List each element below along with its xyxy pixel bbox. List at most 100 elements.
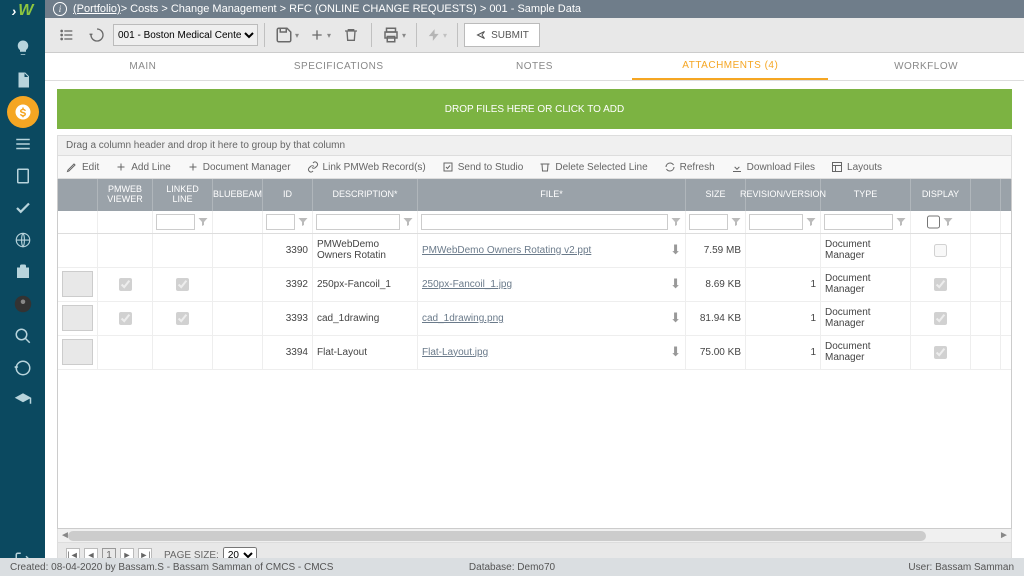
grid-filter-row bbox=[58, 211, 1011, 234]
col-revision[interactable]: REVISION/VERSION bbox=[746, 179, 821, 211]
cell-description: 250px-Fancoil_1 bbox=[313, 268, 418, 301]
save-button[interactable]: ▾ bbox=[271, 21, 303, 49]
cell-revision bbox=[746, 234, 821, 267]
download-files-button[interactable]: Download Files bbox=[731, 161, 815, 173]
add-button[interactable]: ▾ bbox=[305, 21, 335, 49]
cell-revision: 1 bbox=[746, 336, 821, 369]
sidebar-item-avatar[interactable] bbox=[0, 288, 45, 320]
sidebar-item-history[interactable] bbox=[0, 352, 45, 384]
info-icon[interactable]: i bbox=[53, 2, 67, 16]
col-type[interactable]: TYPE bbox=[821, 179, 911, 211]
filter-size[interactable] bbox=[689, 214, 728, 230]
table-row[interactable]: 3390PMWebDemo Owners RotatinPMWebDemo Ow… bbox=[58, 234, 1011, 268]
tab-notes[interactable]: NOTES bbox=[437, 53, 633, 80]
dropzone[interactable]: DROP FILES HERE OR CLICK TO ADD bbox=[57, 89, 1012, 129]
col-bluebeam[interactable]: BLUEBEAM bbox=[213, 179, 263, 211]
filter-icon[interactable] bbox=[197, 216, 209, 228]
display-checkbox bbox=[934, 312, 947, 325]
sidebar-item-education[interactable] bbox=[0, 384, 45, 416]
add-line-button[interactable]: Add Line bbox=[115, 161, 170, 173]
col-pmweb-viewer[interactable]: PMWEB VIEWER bbox=[98, 179, 153, 211]
filter-file[interactable] bbox=[421, 214, 668, 230]
col-file[interactable]: FILE* bbox=[418, 179, 686, 211]
trash-icon bbox=[343, 27, 359, 43]
print-button[interactable]: ▾ bbox=[378, 21, 410, 49]
table-row[interactable]: 3394Flat-LayoutFlat-Layout.jpg⬇75.00 KB1… bbox=[58, 336, 1011, 370]
save-icon bbox=[275, 26, 293, 44]
filter-icon[interactable] bbox=[670, 216, 682, 228]
file-link[interactable]: PMWebDemo Owners Rotating v2.ppt bbox=[422, 245, 591, 256]
thumbnail bbox=[62, 339, 93, 365]
app-logo[interactable]: W bbox=[5, 2, 41, 20]
delete-line-button[interactable]: Delete Selected Line bbox=[539, 161, 647, 173]
col-description[interactable]: DESCRIPTION* bbox=[313, 179, 418, 211]
cell-type: Document Manager bbox=[821, 336, 911, 369]
filter-linked[interactable] bbox=[156, 214, 195, 230]
table-row[interactable]: 3392250px-Fancoil_1250px-Fancoil_1.jpg⬇8… bbox=[58, 268, 1011, 302]
sidebar-item-briefcase[interactable] bbox=[0, 256, 45, 288]
filter-id[interactable] bbox=[266, 214, 295, 230]
tab-main[interactable]: MAIN bbox=[45, 53, 241, 80]
filter-icon[interactable] bbox=[402, 216, 414, 228]
download-icon[interactable]: ⬇ bbox=[670, 344, 681, 360]
plus-icon bbox=[115, 161, 127, 173]
history-icon bbox=[14, 359, 32, 377]
layouts-button[interactable]: Layouts bbox=[831, 161, 882, 173]
filter-icon[interactable] bbox=[297, 216, 309, 228]
bullet-list-icon bbox=[59, 27, 75, 43]
refresh-button[interactable]: Refresh bbox=[664, 161, 715, 173]
file-link[interactable]: 250px-Fancoil_1.jpg bbox=[422, 279, 512, 290]
filter-icon[interactable] bbox=[895, 216, 907, 228]
send-studio-button[interactable]: Send to Studio bbox=[442, 161, 524, 173]
filter-revision[interactable] bbox=[749, 214, 803, 230]
sidebar-item-check[interactable] bbox=[0, 192, 45, 224]
sidebar-item-globe[interactable] bbox=[0, 224, 45, 256]
filter-display[interactable] bbox=[927, 214, 940, 230]
cell-id: 3390 bbox=[263, 234, 313, 267]
download-icon[interactable]: ⬇ bbox=[670, 310, 681, 326]
sidebar-item-search[interactable] bbox=[0, 320, 45, 352]
record-selector[interactable]: 001 - Boston Medical Center - Samp bbox=[113, 24, 258, 46]
sidebar-item-list[interactable] bbox=[0, 128, 45, 160]
undo-button[interactable] bbox=[83, 21, 111, 49]
list-view-button[interactable] bbox=[53, 21, 81, 49]
pmweb-checkbox bbox=[119, 278, 132, 291]
file-link[interactable]: cad_1drawing.png bbox=[422, 313, 504, 324]
check-icon bbox=[14, 199, 32, 217]
filter-type[interactable] bbox=[824, 214, 893, 230]
globe-icon bbox=[14, 231, 32, 249]
horizontal-scrollbar[interactable]: ◄ ► bbox=[57, 529, 1012, 543]
col-size[interactable]: SIZE bbox=[686, 179, 746, 211]
download-icon[interactable]: ⬇ bbox=[670, 276, 681, 292]
filter-description[interactable] bbox=[316, 214, 400, 230]
breadcrumb-portfolio[interactable]: (Portfolio) bbox=[73, 3, 121, 15]
tab-workflow[interactable]: WORKFLOW bbox=[828, 53, 1024, 80]
document-manager-button[interactable]: Document Manager bbox=[187, 161, 291, 173]
sidebar-item-device[interactable] bbox=[0, 160, 45, 192]
edit-button[interactable]: Edit bbox=[66, 161, 99, 173]
group-by-bar[interactable]: Drag a column header and drop it here to… bbox=[57, 135, 1012, 156]
filter-icon[interactable] bbox=[730, 216, 742, 228]
bolt-button[interactable]: ▾ bbox=[423, 21, 451, 49]
download-icon[interactable]: ⬇ bbox=[670, 242, 681, 258]
tabs: MAIN SPECIFICATIONS NOTES ATTACHMENTS (4… bbox=[45, 53, 1024, 81]
delete-button[interactable] bbox=[337, 21, 365, 49]
col-display[interactable]: DISPLAY bbox=[911, 179, 971, 211]
col-id[interactable]: ID bbox=[263, 179, 313, 211]
file-link[interactable]: Flat-Layout.jpg bbox=[422, 347, 488, 358]
filter-icon[interactable] bbox=[942, 216, 954, 228]
link-records-button[interactable]: Link PMWeb Record(s) bbox=[307, 161, 426, 173]
download-icon bbox=[731, 161, 743, 173]
submit-button[interactable]: SUBMIT bbox=[464, 23, 540, 47]
sidebar-item-costs[interactable] bbox=[7, 96, 39, 128]
main-panel: i (Portfolio) > Costs > Change Managemen… bbox=[45, 0, 1024, 576]
table-row[interactable]: 3393cad_1drawingcad_1drawing.png⬇81.94 K… bbox=[58, 302, 1011, 336]
tab-specifications[interactable]: SPECIFICATIONS bbox=[241, 53, 437, 80]
trash-icon bbox=[539, 161, 551, 173]
col-linked-line[interactable]: LINKED LINE bbox=[153, 179, 213, 211]
sidebar-item-docs[interactable] bbox=[0, 64, 45, 96]
attachments-grid: PMWEB VIEWER LINKED LINE BLUEBEAM ID DES… bbox=[57, 179, 1012, 529]
filter-icon[interactable] bbox=[805, 216, 817, 228]
sidebar-item-ideas[interactable] bbox=[0, 32, 45, 64]
tab-attachments[interactable]: ATTACHMENTS (4) bbox=[632, 53, 828, 80]
